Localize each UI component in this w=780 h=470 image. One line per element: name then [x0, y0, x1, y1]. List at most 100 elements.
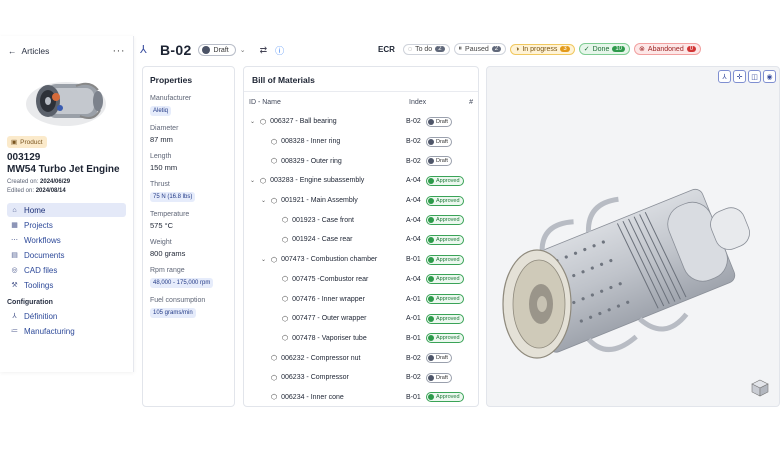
column-header-id-name[interactable]: ID - Name	[249, 99, 409, 106]
back-label: Articles	[21, 46, 50, 56]
sidebar-item-label: Définition	[24, 311, 58, 321]
table-row[interactable]: ⬡ 007475 -Combustor rear A-04 Approved	[244, 270, 478, 290]
section-icon[interactable]: ◫	[748, 70, 761, 83]
sidebar-item-label: Workflows	[24, 235, 61, 245]
status-dot-icon	[428, 374, 434, 381]
ecr-todo-filter[interactable]: ◌ To do 2	[402, 43, 450, 55]
sidebar-item-home[interactable]: ⌂ Home	[7, 203, 126, 217]
eye-icon[interactable]: ◉	[763, 70, 776, 83]
revision-status-dropdown[interactable]: Draft	[197, 44, 236, 56]
chevron-down-icon[interactable]: ⌄	[240, 46, 246, 54]
home-icon: ⌂	[12, 206, 17, 214]
ecr-status-count: 10	[612, 46, 626, 52]
more-menu-button[interactable]: ···	[113, 45, 126, 57]
bom-status-cell: Draft	[426, 353, 473, 364]
sidebar-item-projects[interactable]: ▦ Projects	[7, 218, 126, 232]
ecr-abandoned-filter[interactable]: ⊗ Abandoned 0	[634, 43, 702, 55]
assembly-tree-icon: ⅄	[140, 44, 147, 56]
view-cube-icon[interactable]	[750, 378, 770, 398]
table-row[interactable]: ⌄ ⬡ 001921 - Main Assembly A-04 Approved	[244, 191, 478, 211]
table-row[interactable]: ⌄ ⬡ 007473 - Combustion chamber B-01 Approve…	[244, 250, 478, 270]
bom-status-cell: Draft	[426, 116, 473, 127]
table-row[interactable]: ⬡ 007476 - Inner wrapper A-01 Approved	[244, 289, 478, 309]
chevron-down-icon[interactable]: ⌄	[260, 197, 267, 204]
bom-status-cell: Approved	[426, 215, 473, 226]
property-value: 800 grams	[150, 249, 186, 258]
property-rpm-range: Rpm range 48,000 - 175,000 rpm	[150, 267, 227, 288]
arrow-left-icon: ←	[8, 46, 17, 56]
status-badge: Draft	[426, 156, 452, 167]
ecr-status-count: 2	[491, 46, 502, 52]
engine-3d-model	[502, 188, 750, 359]
bom-status-cell: Draft	[426, 136, 473, 147]
list-icon: ≔	[11, 328, 18, 335]
status-badge: Approved	[426, 294, 464, 305]
status-badge: Approved	[426, 333, 464, 344]
cube-icon: ⬡	[282, 315, 289, 323]
sidebar-item-manufacturing[interactable]: ≔ Manufacturing	[7, 324, 126, 338]
table-row[interactable]: ⬡ 007477 - Outer wrapper A-01 Approved	[244, 309, 478, 329]
info-icon[interactable]: ⓘ	[275, 44, 284, 57]
document-icon: ▤	[11, 252, 18, 259]
bom-item-name: 007477 - Outer wrapper	[292, 315, 367, 323]
ecr-in-progress-filter[interactable]: ◑ In progress 3	[510, 43, 575, 55]
tree-view-icon[interactable]: ⅄	[718, 70, 731, 83]
ecr-status-label: In progress	[522, 45, 558, 53]
sidebar-item-toolings[interactable]: ⚒ Toolings	[7, 278, 126, 292]
table-row[interactable]: ⬡ 006234 - Inner cone B-01 Approved	[244, 388, 478, 406]
ecr-status-label: Abandoned	[647, 45, 684, 53]
status-badge: Approved	[426, 234, 464, 245]
sidebar-item-cad-files[interactable]: ◎ CAD files	[7, 263, 126, 277]
back-link[interactable]: ← Articles	[8, 46, 49, 56]
bom-item-index: A-04	[406, 236, 421, 244]
sidebar-item-workflows[interactable]: ⋯ Workflows	[7, 233, 126, 247]
table-row[interactable]: ⬡ 008329 - Outer ring B-02 Draft	[244, 151, 478, 171]
bom-item-name: 007473 - Combustion chamber	[281, 256, 378, 264]
column-header-index[interactable]: Index	[409, 99, 467, 106]
cube-icon: ⬡	[282, 296, 289, 304]
bom-name-cell: ⬡ 007476 - Inner wrapper	[244, 295, 406, 304]
property-temperature: Temperature 575 °C	[150, 211, 227, 230]
status-dot-icon	[201, 46, 210, 54]
table-row[interactable]: ⬡ 001924 - Case rear A-04 Approved	[244, 230, 478, 250]
bom-item-name: 007476 - Inner wrapper	[292, 295, 365, 303]
product-badge-label: Product	[20, 138, 43, 146]
chevron-down-icon[interactable]: ⌄	[260, 256, 267, 263]
table-row[interactable]: ⬡ 007478 - Vaporiser tube B-01 Approved	[244, 329, 478, 349]
move-icon[interactable]: ✛	[733, 70, 746, 83]
status-badge-label: Approved	[436, 296, 460, 303]
sidebar-item-definition[interactable]: ⅄ Définition	[7, 309, 126, 323]
column-header-hash[interactable]: #	[467, 99, 473, 106]
bom-item-index: A-04	[406, 275, 421, 283]
bom-name-cell: ⬡ 006233 - Compressor	[244, 374, 406, 382]
status-dot-icon	[428, 394, 434, 401]
ecr-done-filter[interactable]: ✓ Done 10	[578, 43, 631, 55]
chevron-down-icon[interactable]: ⌄	[249, 177, 256, 184]
sidebar-item-documents[interactable]: ▤ Documents	[7, 248, 126, 262]
ecr-status-label: To do	[415, 45, 433, 53]
table-row[interactable]: ⬡ 008328 - Inner ring B-02 Draft	[244, 132, 478, 152]
chevron-down-icon[interactable]: ⌄	[249, 118, 256, 125]
bom-status-cell: Approved	[426, 294, 473, 305]
part-name: MW54 Turbo Jet Engine	[7, 164, 120, 175]
cad-viewer[interactable]: ⅄ ✛ ◫ ◉	[486, 66, 780, 407]
property-key: Weight	[150, 239, 172, 246]
ecr-status-label: Paused	[465, 45, 489, 53]
table-row[interactable]: ⌄ ⬡ 006327 - Ball bearing B-02 Draft	[244, 112, 478, 132]
status-badge-label: Approved	[436, 236, 460, 243]
cube-icon: ⬡	[271, 158, 278, 166]
table-row[interactable]: ⬡ 001923 - Case front A-04 Approved	[244, 210, 478, 230]
status-badge-label: Draft	[436, 355, 448, 362]
bom-item-name: 006234 - Inner cone	[281, 393, 344, 401]
status-badge: Approved	[426, 215, 464, 226]
dashed-circle-icon: ◌	[407, 45, 413, 53]
status-badge-label: Approved	[436, 315, 460, 322]
ecr-paused-filter[interactable]: ⏸ Paused 2	[453, 43, 507, 55]
bom-panel: Bill of Materials ID - Name Index # ⌄ ⬡ 00…	[243, 66, 479, 407]
bom-item-index: B-02	[406, 354, 421, 362]
table-row[interactable]: ⬡ 006232 - Compressor nut B-02 Draft	[244, 348, 478, 368]
table-row[interactable]: ⬡ 006233 - Compressor B-02 Draft	[244, 368, 478, 388]
cube-icon: ⬡	[271, 197, 278, 205]
table-row[interactable]: ⌄ ⬡ 003283 - Engine subassembly A-04 Approve…	[244, 171, 478, 191]
revision-history-icon[interactable]: ⇄	[260, 45, 268, 56]
